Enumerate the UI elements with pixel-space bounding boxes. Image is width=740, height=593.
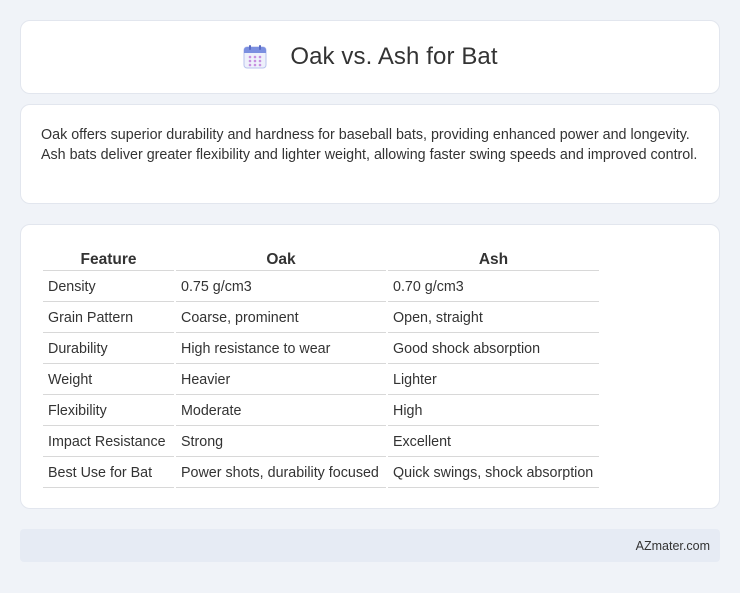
ash-cell: Excellent: [388, 428, 599, 457]
feature-cell: Flexibility: [43, 397, 174, 426]
feature-cell: Durability: [43, 335, 174, 364]
table-row: Grain Pattern Coarse, prominent Open, st…: [43, 304, 599, 333]
oak-cell: Power shots, durability focused: [176, 459, 386, 488]
table-header-row: Feature Oak Ash: [43, 249, 599, 271]
ash-cell: Open, straight: [388, 304, 599, 333]
summary-text: Oak offers superior durability and hardn…: [41, 127, 698, 163]
summary-card: Oak offers superior durability and hardn…: [20, 104, 720, 204]
header-ash: Ash: [388, 249, 599, 271]
header-feature: Feature: [43, 249, 174, 271]
table-row: Durability High resistance to wear Good …: [43, 335, 599, 364]
footer-site-link[interactable]: AZmater.com: [636, 539, 710, 553]
feature-cell: Density: [43, 273, 174, 302]
calendar-icon: [243, 45, 267, 69]
table-row: Weight Heavier Lighter: [43, 366, 599, 395]
feature-cell: Grain Pattern: [43, 304, 174, 333]
oak-cell: High resistance to wear: [176, 335, 386, 364]
table-row: Best Use for Bat Power shots, durability…: [43, 459, 599, 488]
feature-cell: Best Use for Bat: [43, 459, 174, 488]
table-row: Impact Resistance Strong Excellent: [43, 428, 599, 457]
ash-cell: Good shock absorption: [388, 335, 599, 364]
ash-cell: Lighter: [388, 366, 599, 395]
oak-cell: 0.75 g/cm3: [176, 273, 386, 302]
feature-cell: Impact Resistance: [43, 428, 174, 457]
feature-cell: Weight: [43, 366, 174, 395]
page-title: Oak vs. Ash for Bat: [290, 43, 498, 70]
ash-cell: High: [388, 397, 599, 426]
header-card: Oak vs. Ash for Bat: [20, 20, 720, 94]
table-row: Density 0.75 g/cm3 0.70 g/cm3: [43, 273, 599, 302]
oak-cell: Heavier: [176, 366, 386, 395]
footer: AZmater.com: [20, 529, 720, 562]
oak-cell: Coarse, prominent: [176, 304, 386, 333]
ash-cell: Quick swings, shock absorption: [388, 459, 599, 488]
oak-cell: Moderate: [176, 397, 386, 426]
comparison-card: Feature Oak Ash Density 0.75 g/cm3 0.70 …: [20, 224, 720, 509]
comparison-table: Feature Oak Ash Density 0.75 g/cm3 0.70 …: [41, 247, 601, 490]
header-oak: Oak: [176, 249, 386, 271]
table-row: Flexibility Moderate High: [43, 397, 599, 426]
ash-cell: 0.70 g/cm3: [388, 273, 599, 302]
title-wrap: Oak vs. Ash for Bat: [242, 43, 498, 71]
oak-cell: Strong: [176, 428, 386, 457]
